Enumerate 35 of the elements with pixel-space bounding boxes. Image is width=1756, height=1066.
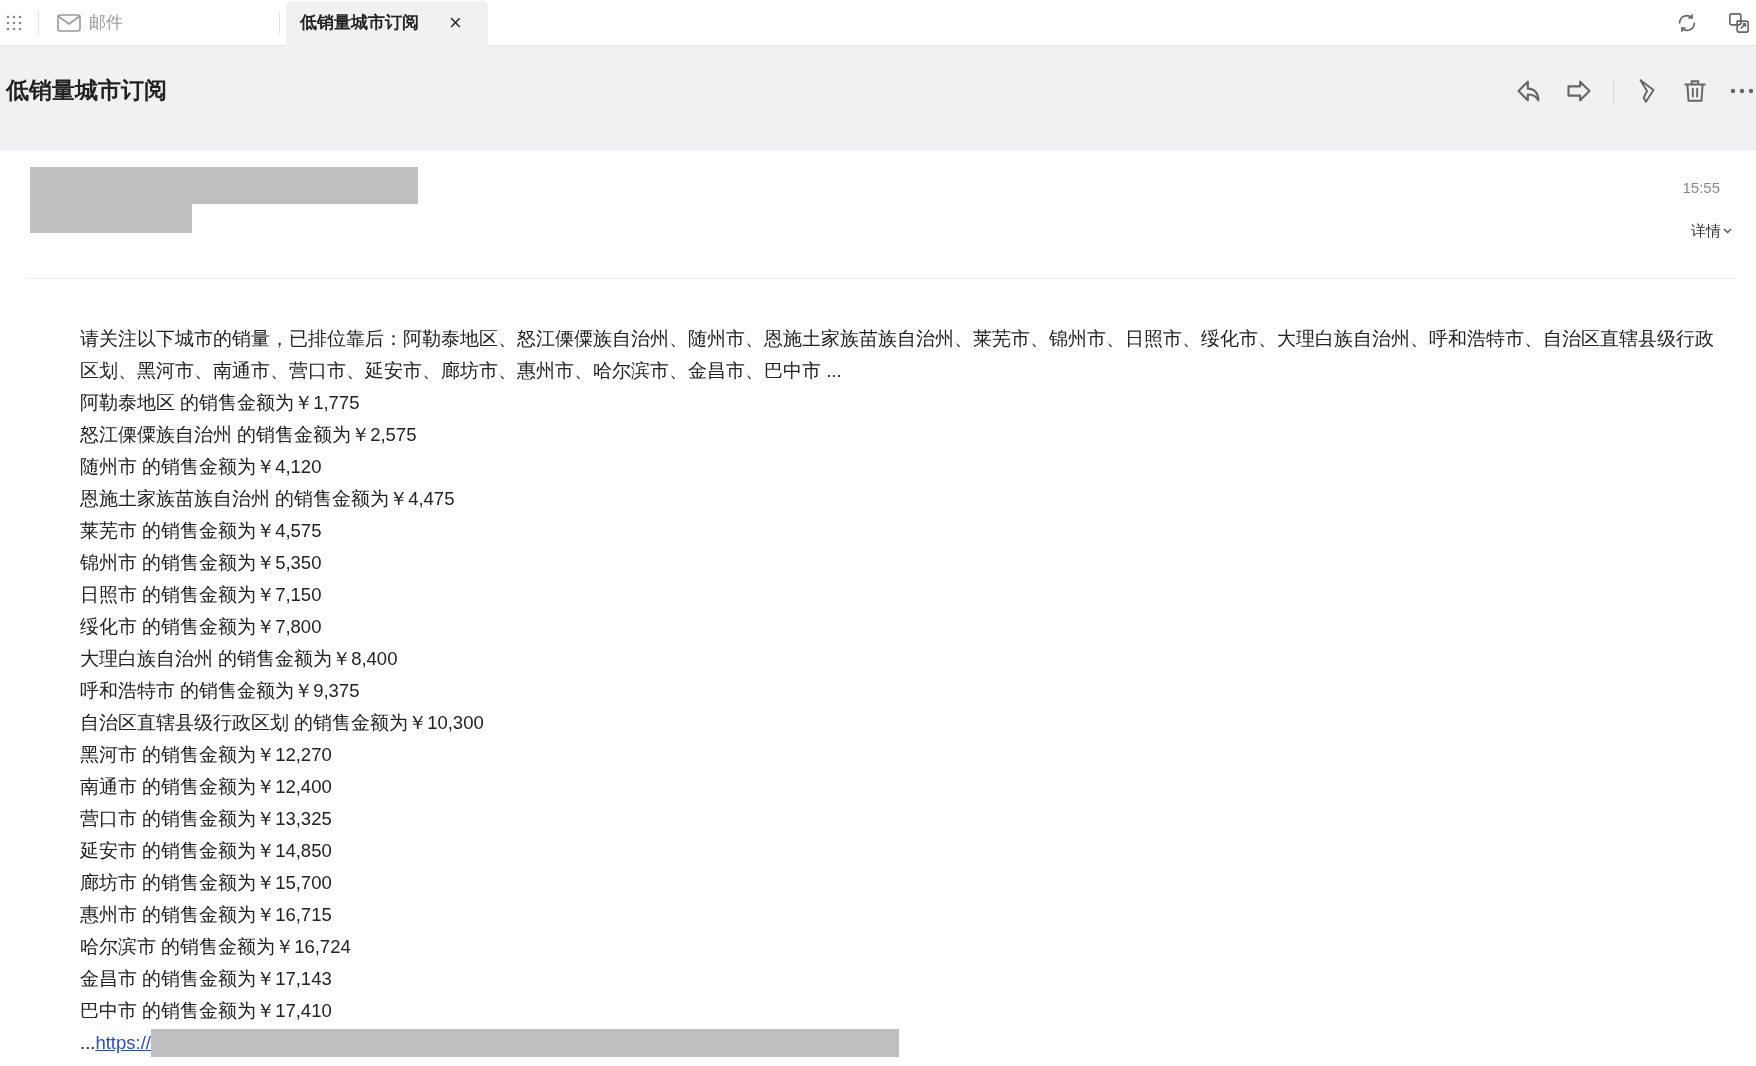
sales-line: 南通市 的销售金额为￥12,400 — [80, 775, 332, 799]
sales-line: 随州市 的销售金额为￥4,120 — [80, 455, 322, 479]
apps-grid-icon[interactable] — [6, 14, 22, 31]
close-tab-button[interactable]: × — [449, 12, 462, 34]
sales-line: 延安市 的销售金额为￥14,850 — [80, 839, 332, 863]
trash-icon[interactable] — [1682, 77, 1708, 104]
sales-line: 大理白族自治州 的销售金额为￥8,400 — [80, 647, 398, 671]
link[interactable]: https:// — [95, 1027, 151, 1059]
sales-line: 日照市 的销售金额为￥7,150 — [80, 583, 322, 607]
sales-line: 巴中市 的销售金额为￥17,410 — [80, 999, 332, 1023]
sales-line: 营口市 的销售金额为￥13,325 — [80, 807, 332, 831]
sales-line: 呼和浩特市 的销售金额为￥9,375 — [80, 679, 360, 703]
tab[interactable]: 低销量城市订阅 × — [286, 0, 488, 46]
windows-icon[interactable] — [1728, 11, 1750, 34]
sales-line: 惠州市 的销售金额为￥16,715 — [80, 903, 332, 927]
intro-paragraph: 请关注以下城市的销量，已排位靠后：阿勒泰地区、怒江傈僳族自治州、随州市、恩施土家族苗族自治州、莱芜市、锦州市、日照市、绥化市、大理白族自治州、呼和浩特市、自治区直辖县级行政区划、黑河市、南通市、营口市、延安市、廊坊市、惠州市、哈尔滨市、金昌市、巴中市 ... — [80, 327, 1715, 383]
sales-line: 莱芜市 的销售金额为￥4,575 — [80, 519, 322, 543]
sales-line: 恩施土家族苗族自治州 的销售金额为￥4,475 — [80, 487, 455, 511]
received-time: 15:55 — [1682, 178, 1720, 198]
email-subject: 低销量城市订阅 — [6, 76, 167, 106]
ellipsis-text: ... — [80, 1031, 96, 1055]
sales-line: 自治区直辖县级行政区划 的销售金额为￥10,300 — [80, 711, 484, 735]
sales-line: 哈尔滨市 的销售金额为￥16,724 — [80, 935, 351, 959]
chevron-down-icon — [1723, 227, 1732, 234]
mail-icon — [57, 13, 81, 32]
details-toggle[interactable]: 详情 — [1691, 219, 1732, 242]
sales-line: 阿勒泰地区 的销售金额为￥1,775 — [80, 391, 360, 415]
sales-line: 绥化市 的销售金额为￥7,800 — [80, 615, 322, 639]
sales-line: 锦州市 的销售金额为￥5,350 — [80, 551, 322, 575]
sales-line: 怒江傈僳族自治州 的销售金额为￥2,575 — [80, 423, 417, 447]
more-icon[interactable] — [1730, 87, 1754, 94]
refresh-icon[interactable] — [1676, 11, 1698, 34]
sales-line: 廊坊市 的销售金额为￥15,700 — [80, 871, 332, 895]
sales-line: 金昌市 的销售金额为￥17,143 — [80, 967, 332, 991]
sales-line: 黑河市 的销售金额为￥12,270 — [80, 743, 332, 767]
